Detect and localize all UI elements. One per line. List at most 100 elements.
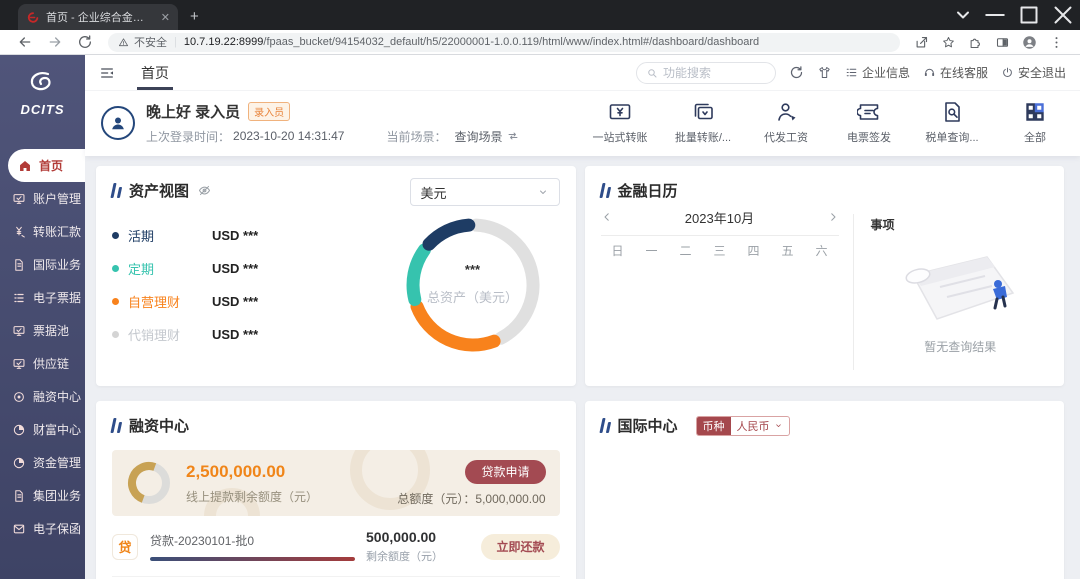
extensions-puzzle-icon[interactable] — [968, 35, 983, 50]
app: DCITS 首页账户管理转账汇款国际业务电子票据票据池供应链融资中心财富中心资金… — [0, 55, 1080, 579]
sidebar-item-4[interactable]: 国际业务 — [0, 248, 85, 281]
main: 首页 功能搜索 企业信息 — [85, 55, 1080, 579]
list-icon — [845, 66, 858, 79]
sidebar-item-7[interactable]: 供应链 — [0, 347, 85, 380]
tab-close-icon[interactable]: ✕ — [161, 11, 170, 24]
legend-value: USD *** — [212, 327, 258, 342]
forward-icon[interactable] — [47, 34, 63, 50]
url-host: 10.7.19.22:8999 — [184, 36, 264, 48]
card-title-bars-icon — [112, 418, 121, 433]
safe-exit-button[interactable]: 安全退出 — [1001, 64, 1066, 81]
quick-action-label: 电票签发 — [847, 129, 891, 145]
back-icon[interactable] — [17, 34, 33, 50]
share-icon[interactable] — [914, 35, 929, 50]
sidebar-item-12[interactable]: 电子保函 — [0, 512, 85, 545]
quick-action-4[interactable]: 电票签发 — [840, 100, 898, 145]
asset-donut-chart: *** 总资产（美元） — [398, 210, 548, 360]
window-minimize-button[interactable] — [978, 0, 1012, 30]
sidebar-item-5[interactable]: 电子票据 — [0, 281, 85, 314]
greeting-info: 晚上好 录入员 录入员 上次登录时间： 2023-10-20 14:31:47 … — [146, 101, 519, 145]
bookmark-star-icon[interactable] — [941, 35, 956, 50]
monitor-icon — [12, 357, 26, 371]
calendar-next-icon[interactable] — [827, 211, 839, 223]
scene-switch[interactable]: 当前场景： 查询场景 — [386, 128, 519, 145]
events-panel: 事项 — [871, 216, 1051, 355]
card-title-bars-icon — [601, 183, 610, 198]
avatar — [101, 106, 135, 140]
collapse-menu-icon[interactable] — [99, 65, 115, 81]
tab-title: 首页 - 企业综合金融服务平台 — [46, 9, 154, 25]
last-login-value: 2023-10-20 14:31:47 — [233, 129, 344, 143]
sidebar-item-label: 转账汇款 — [33, 223, 81, 240]
online-service-button[interactable]: 在线客服 — [923, 64, 988, 81]
home-icon — [18, 159, 32, 173]
sidebar-item-11[interactable]: 集团业务 — [0, 479, 85, 512]
headset-icon — [923, 66, 936, 79]
reload-icon[interactable] — [77, 34, 93, 50]
enterprise-info-label: 企业信息 — [862, 64, 910, 81]
browser-menu-icon[interactable] — [1049, 35, 1064, 50]
quick-action-3[interactable]: 代发工资 — [757, 100, 815, 145]
scene-label: 当前场景： — [386, 128, 446, 145]
currency-type-select[interactable]: 币种 人民币 — [696, 416, 790, 436]
sidebar-item-8[interactable]: 融资中心 — [0, 380, 85, 413]
tab-home[interactable]: 首页 — [141, 55, 169, 90]
user-icon — [108, 113, 128, 133]
monitor-icon — [12, 192, 26, 206]
refresh-icon[interactable] — [789, 65, 804, 80]
url-bar[interactable]: 不安全 | 10.7.19.22:8999/fpaas_bucket/94154… — [108, 33, 900, 52]
card-yuan-icon — [608, 100, 632, 124]
repay-now-button[interactable]: 立即还款 — [481, 534, 559, 560]
eye-off-icon[interactable] — [197, 183, 212, 198]
theme-skin-icon[interactable] — [817, 65, 832, 80]
weekday-header: 一 — [635, 240, 669, 262]
sidebar-item-label: 融资中心 — [33, 388, 81, 405]
sidebar-item-3[interactable]: 转账汇款 — [0, 215, 85, 248]
quick-action-5[interactable]: 税单查询... — [923, 100, 981, 145]
sidebar-item-9[interactable]: 财富中心 — [0, 413, 85, 446]
loan-apply-button[interactable]: 贷款申请 — [465, 460, 545, 484]
calendar-prev-icon[interactable] — [601, 211, 613, 223]
quick-action-2[interactable]: 批量转账/... — [674, 100, 732, 145]
enterprise-info-button[interactable]: 企业信息 — [845, 64, 910, 81]
browser-toolbar: 不安全 | 10.7.19.22:8999/fpaas_bucket/94154… — [0, 30, 1080, 55]
legend-value: USD *** — [212, 294, 258, 309]
window-chevron-icon[interactable] — [948, 0, 978, 30]
remaining-credit-amount: 2,500,000.00 — [186, 462, 318, 482]
quick-action-1[interactable]: 一站式转账 — [591, 100, 649, 145]
sidebar-item-label: 电子保函 — [33, 520, 81, 537]
currency-select[interactable]: 美元 — [410, 178, 560, 206]
loan-name: 贷款-20230101-批0 — [150, 532, 362, 549]
sidebar: DCITS 首页账户管理转账汇款国际业务电子票据票据池供应链融资中心财富中心资金… — [0, 55, 85, 579]
sidebar-item-10[interactable]: 资金管理 — [0, 446, 85, 479]
split-screen-icon[interactable] — [995, 35, 1010, 50]
window-maximize-button[interactable] — [1012, 0, 1046, 30]
calendar: 2023年10月 日一二三四五六 — [601, 206, 839, 262]
weekday-header: 四 — [737, 240, 771, 262]
quick-action-6[interactable]: 全部 — [1006, 100, 1064, 145]
sidebar-item-1[interactable]: 首页 — [8, 149, 85, 182]
person-icon — [774, 100, 798, 124]
credit-banner: 2,500,000.00 线上提款剩余额度（元） 贷款申请 总额度（元）：5,0… — [112, 450, 560, 516]
loan-badge: 贷 — [112, 534, 138, 560]
safe-exit-label: 安全退出 — [1018, 64, 1066, 81]
chevron-down-icon — [537, 186, 549, 198]
swap-icon — [507, 130, 519, 142]
sidebar-item-2[interactable]: 账户管理 — [0, 182, 85, 215]
search-input[interactable]: 功能搜索 — [636, 62, 776, 84]
quick-action-label: 税单查询... — [925, 129, 978, 145]
sidebar-item-label: 国际业务 — [33, 256, 81, 273]
browser-tab[interactable]: 首页 - 企业综合金融服务平台 ✕ — [18, 4, 178, 30]
greeting-section: 晚上好 录入员 录入员 上次登录时间： 2023-10-20 14:31:47 … — [85, 90, 1080, 156]
window-close-button[interactable] — [1046, 0, 1080, 30]
browser-tabstrip: 首页 - 企业综合金融服务平台 ✕ + — [0, 0, 1080, 30]
sidebar-item-6[interactable]: 票据池 — [0, 314, 85, 347]
loan-row: 贷 贷款-20230101-批0 500,000.00 剩余额度（元） 立即还款 — [112, 529, 560, 564]
new-tab-button[interactable]: + — [190, 8, 199, 25]
currency-selected: 美元 — [421, 183, 447, 202]
profile-avatar-icon[interactable] — [1022, 35, 1037, 50]
grid-icon — [1023, 100, 1047, 124]
screen: 首页 - 企业综合金融服务平台 ✕ + 不安全 | 10.7.19.22:899… — [0, 0, 1080, 579]
doc-icon — [12, 489, 26, 503]
weekday-header: 五 — [771, 240, 805, 262]
